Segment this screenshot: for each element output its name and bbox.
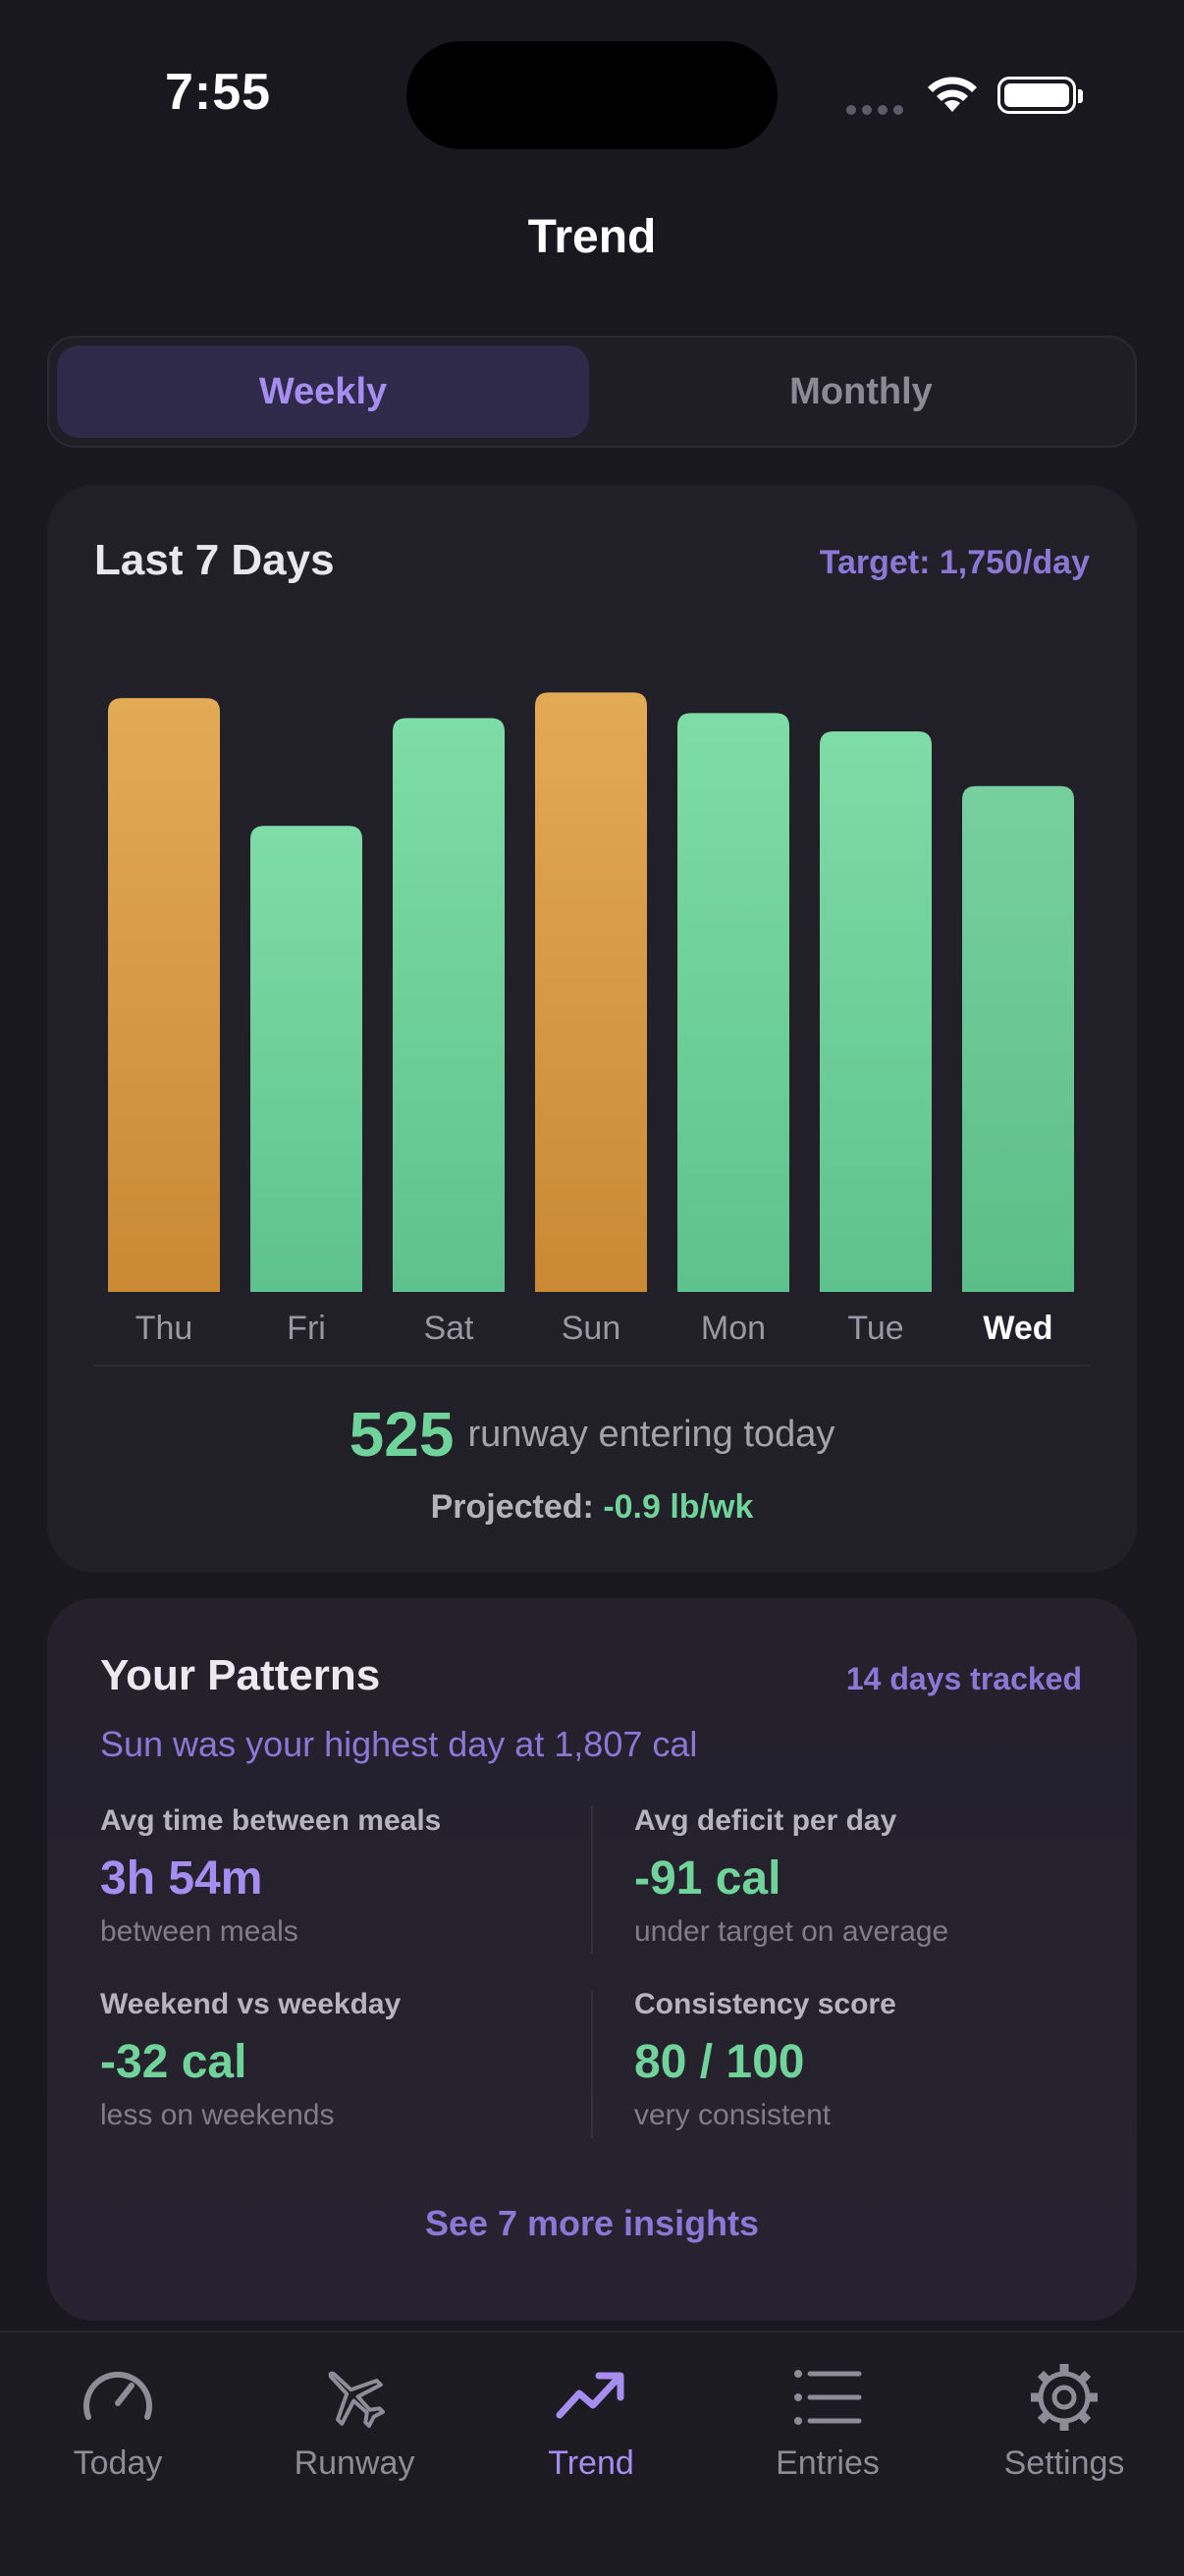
patterns-title: Your Patterns — [100, 1651, 381, 1699]
x-tick-sat: Sat — [423, 1310, 474, 1347]
stat-value: 3h 54m — [100, 1852, 263, 1905]
stat-divider — [591, 1806, 593, 1954]
page-title: Trend — [527, 211, 657, 263]
see-more-insights-link[interactable]: See 7 more insights — [47, 2203, 1137, 2244]
stat-sub: very consistent — [634, 2099, 832, 2131]
patterns-highlight: Sun was your highest day at 1,807 cal — [100, 1724, 698, 1764]
battery-icon — [997, 77, 1083, 114]
tab-label: Entries — [776, 2444, 880, 2482]
stat-label: Consistency score — [634, 1988, 896, 2020]
stat-avg-deficit: Avg deficit per day -91 cal under target… — [634, 1804, 1105, 1949]
status-bar: 7:55 — [0, 0, 1184, 196]
weekly-bar-chart: Thu Fri Sat Sun Mon Tue Wed — [108, 692, 1074, 1347]
stat-sub: under target on average — [634, 1915, 949, 1948]
trend-arrow-icon — [556, 2372, 624, 2419]
tab-entries[interactable]: Entries — [729, 2360, 926, 2483]
tab-label: Trend — [548, 2444, 634, 2482]
runway-number: 525 — [349, 1399, 455, 1470]
bar-thu — [108, 698, 220, 1292]
stat-label: Avg deficit per day — [634, 1804, 897, 1837]
airplane-icon — [328, 2371, 385, 2428]
stat-sub: between meals — [100, 1915, 298, 1948]
gauge-icon — [83, 2371, 152, 2420]
weekly-segment[interactable]: Weekly — [57, 346, 589, 438]
list-icon — [794, 2370, 862, 2425]
wifi-icon — [928, 77, 977, 112]
tab-label: Today — [73, 2444, 163, 2482]
stat-avg-time-between-meals: Avg time between meals 3h 54m between me… — [100, 1804, 571, 1949]
tab-runway[interactable]: Runway — [256, 2360, 453, 2483]
tab-settings[interactable]: Settings — [966, 2360, 1162, 2483]
x-tick-fri: Fri — [287, 1310, 326, 1347]
gear-icon — [1031, 2364, 1098, 2431]
bar-wed — [962, 785, 1074, 1292]
cellular-signal-icon — [846, 102, 909, 120]
bar-fri — [250, 826, 362, 1292]
tab-today[interactable]: Today — [20, 2360, 216, 2483]
stat-value: -91 cal — [634, 1852, 781, 1905]
period-segmented-control: Weekly Monthly — [47, 336, 1137, 448]
last-7-days-card: Last 7 Days Target: 1,750/day Thu Fri Sat S… — [47, 485, 1137, 1573]
monthly-segment[interactable]: Monthly — [595, 346, 1127, 438]
stat-value: -32 cal — [100, 2036, 247, 2088]
stat-label: Avg time between meals — [100, 1804, 442, 1837]
bar-mon — [677, 713, 789, 1292]
status-time: 7:55 — [165, 64, 272, 121]
chart-divider — [94, 1365, 1090, 1367]
bar-sat — [393, 718, 505, 1292]
stat-weekend-vs-weekday: Weekend vs weekday -32 cal less on weeke… — [100, 1988, 571, 2132]
projected-value: -0.9 lb/wk — [603, 1488, 754, 1526]
tab-trend[interactable]: Trend — [493, 2360, 689, 2483]
stat-sub: less on weekends — [100, 2099, 335, 2131]
x-tick-thu: Thu — [135, 1310, 193, 1347]
runway-summary: 525 runway entering today — [47, 1398, 1137, 1471]
tab-bar: Today Runway Trend Entries Settings — [0, 2331, 1184, 2576]
x-tick-wed: Wed — [983, 1310, 1052, 1347]
x-tick-sun: Sun — [562, 1310, 621, 1347]
stat-label: Weekend vs weekday — [100, 1988, 402, 2020]
patterns-card: Your Patterns 14 days tracked Sun was yo… — [47, 1598, 1137, 2321]
projected-label: Projected: — [430, 1488, 594, 1526]
stat-consistency-score: Consistency score 80 / 100 very consiste… — [634, 1988, 1105, 2132]
projected-summary: Projected: -0.9 lb/wk — [47, 1488, 1137, 1527]
dynamic-island — [406, 41, 778, 149]
stat-divider — [591, 1991, 593, 2138]
bar-sun — [535, 692, 647, 1292]
tab-label: Settings — [1003, 2444, 1125, 2482]
stat-value: 80 / 100 — [634, 2036, 805, 2088]
x-tick-tue: Tue — [847, 1310, 903, 1347]
bar-tue — [820, 730, 932, 1292]
days-tracked: 14 days tracked — [845, 1661, 1082, 1696]
tab-label: Runway — [294, 2444, 415, 2482]
x-tick-mon: Mon — [701, 1310, 766, 1347]
runway-text: runway entering today — [467, 1413, 835, 1455]
